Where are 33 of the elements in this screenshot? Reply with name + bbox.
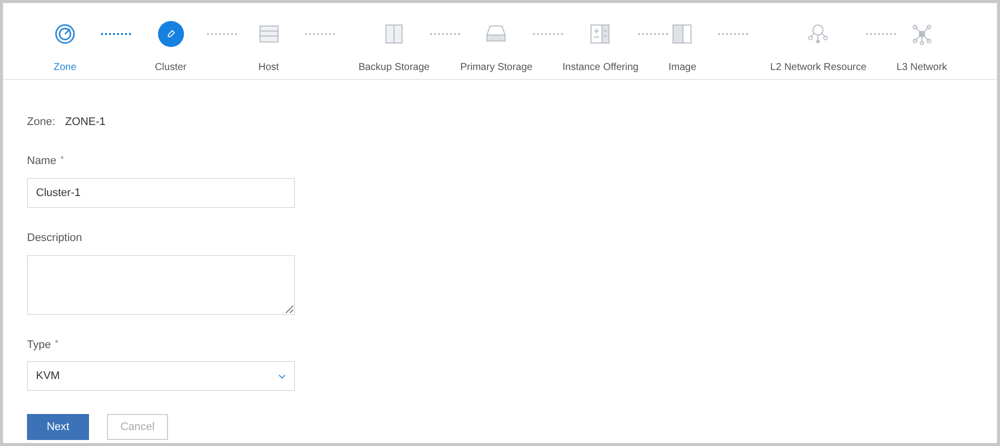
step-connector bbox=[304, 33, 335, 35]
name-field[interactable]: Cluster-1 bbox=[27, 178, 295, 208]
network-hub-icon[interactable] bbox=[910, 22, 934, 46]
step-connector bbox=[638, 33, 668, 35]
zone-value: ZONE-1 bbox=[65, 115, 106, 130]
step-connector bbox=[866, 33, 896, 35]
step-label[interactable]: Instance Offering bbox=[562, 60, 638, 75]
step-connector bbox=[718, 33, 748, 35]
step-connector bbox=[430, 33, 460, 35]
required-asterisk: * bbox=[60, 152, 64, 166]
next-button[interactable]: Next bbox=[27, 414, 89, 440]
step-label[interactable]: Primary Storage bbox=[460, 60, 532, 75]
required-asterisk: * bbox=[54, 336, 58, 350]
chevron-down-icon bbox=[278, 374, 286, 378]
field-label: Description bbox=[27, 231, 82, 246]
step-label[interactable]: L3 Network bbox=[896, 60, 948, 75]
step-connector bbox=[532, 33, 562, 35]
step-label[interactable]: Backup Storage bbox=[358, 60, 430, 75]
step-label[interactable]: Zone bbox=[54, 60, 76, 75]
network-icon[interactable] bbox=[806, 22, 830, 46]
current-step-icon[interactable] bbox=[158, 21, 184, 47]
step-label[interactable]: Image bbox=[668, 60, 696, 75]
zone-label: Zone: bbox=[27, 115, 56, 130]
step-label[interactable]: L2 Network Resource bbox=[770, 60, 866, 75]
field-label: Name bbox=[27, 154, 56, 168]
step-label[interactable]: Cluster bbox=[154, 60, 186, 75]
step-connector bbox=[100, 33, 131, 35]
step-label[interactable]: Host bbox=[258, 60, 279, 75]
type-select[interactable]: KVM bbox=[27, 361, 295, 391]
target-icon[interactable] bbox=[53, 22, 77, 46]
field-label: Type bbox=[27, 338, 51, 352]
description-field[interactable] bbox=[27, 254, 295, 314]
step-connector bbox=[206, 33, 237, 35]
